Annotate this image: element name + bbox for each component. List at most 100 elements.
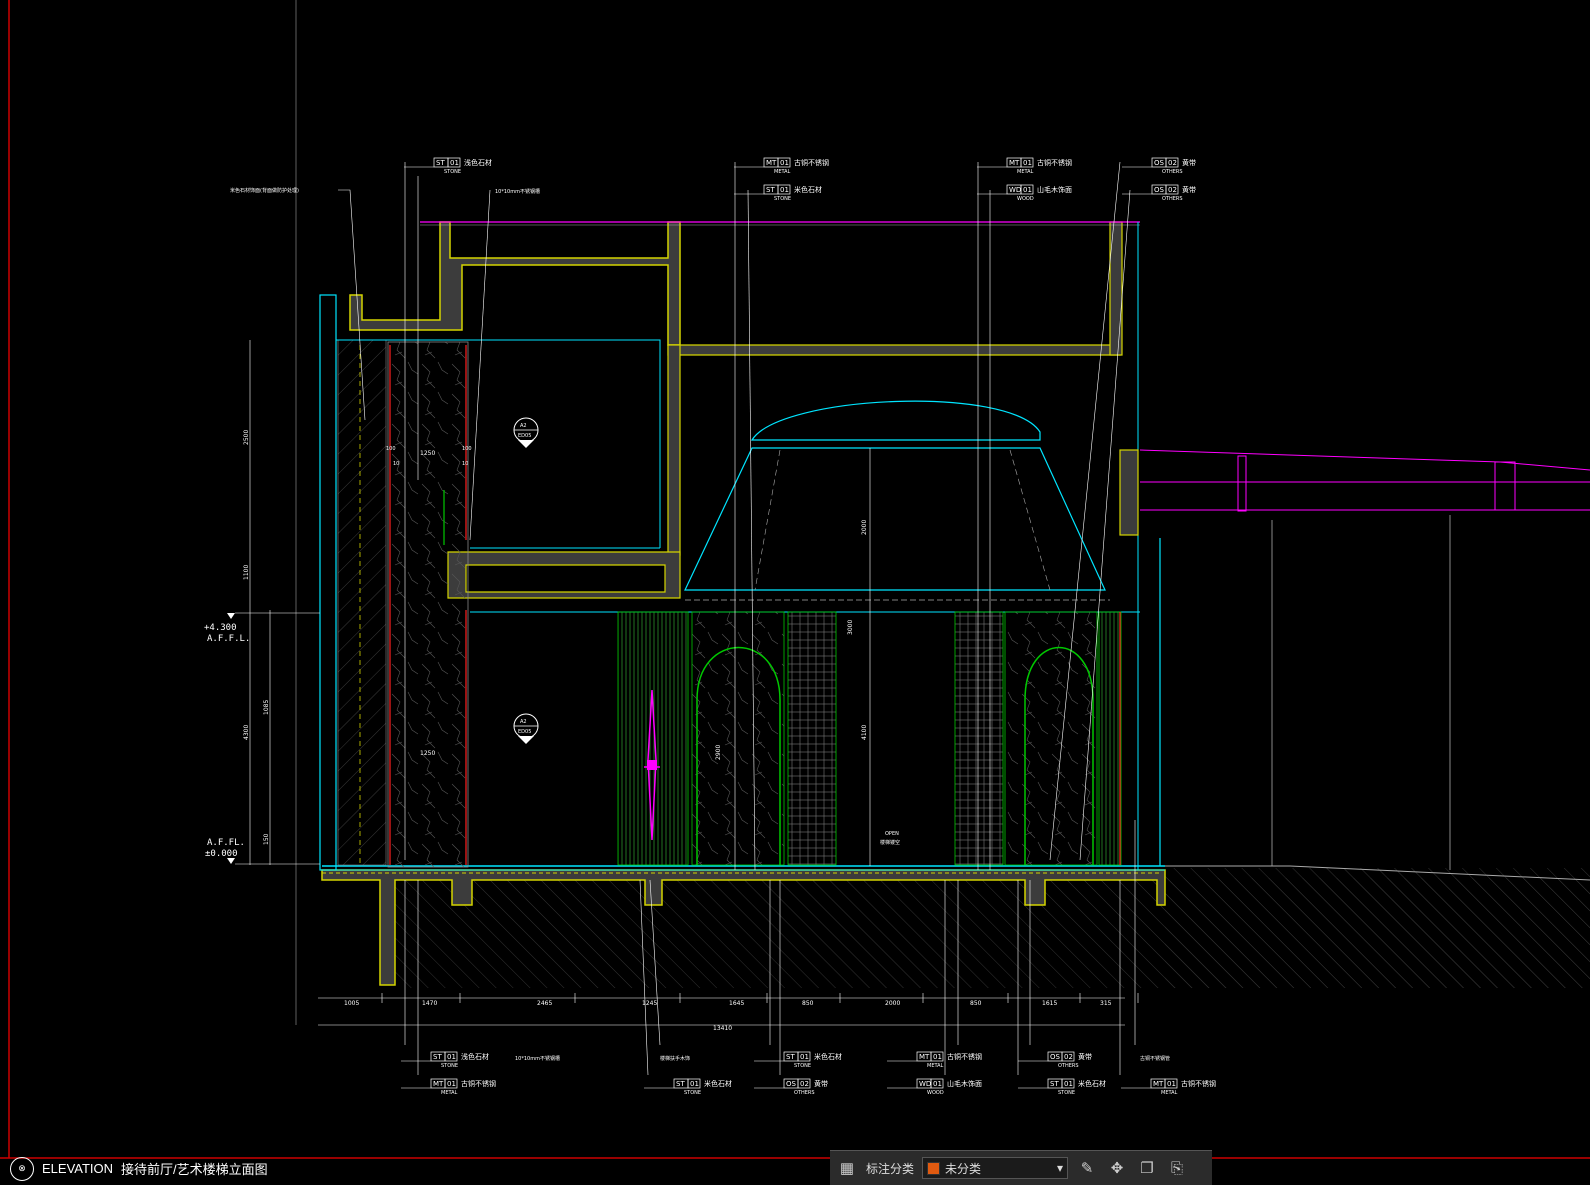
tag-sub: WOOD <box>927 1090 944 1096</box>
section-callout-upper[interactable]: A2 ED05 <box>513 417 539 448</box>
material-tag[interactable]: OS 02 黄带 OTHERS <box>1122 157 1196 175</box>
category-color-swatch <box>927 1161 941 1175</box>
material-tag[interactable]: MT 01 古铜不锈钢METAL <box>401 1078 496 1096</box>
center-dimension-label: 2000 <box>861 520 868 535</box>
tag-sub: OTHERS <box>794 1090 815 1096</box>
material-tag[interactable]: ST 01 米色石材STONE <box>734 184 822 202</box>
dimension-label-vertical: 1100 <box>243 565 250 580</box>
dimension-label: 1645 <box>729 1000 744 1007</box>
material-tag[interactable]: OS 02 黄带 OTHERS <box>1122 184 1196 202</box>
tag-text: 米色石材 <box>794 185 822 194</box>
material-tag[interactable]: WD 01 山毛木饰面WOOD <box>887 1078 982 1096</box>
ceiling-beam <box>667 344 1121 356</box>
category-value: 未分类 <box>945 1161 982 1176</box>
tag-code: OS <box>1050 1053 1061 1061</box>
tag-sub: STONE <box>794 1063 811 1069</box>
category-dropdown[interactable]: 未分类 ▾ <box>922 1157 1069 1179</box>
tag-num: 01 <box>933 1053 942 1061</box>
dome-inner <box>754 449 1051 591</box>
move-icon[interactable]: ✥ <box>1106 1157 1128 1179</box>
material-tag[interactable]: ST 01 米色石材STONE <box>754 1051 842 1069</box>
tag-num: 02 <box>1168 186 1177 194</box>
dimension-total: 13410 <box>713 1025 732 1032</box>
tag-text: 古铜不锈钢 <box>794 158 829 167</box>
tag-num: 01 <box>447 1080 456 1088</box>
material-tag[interactable]: ST 01 米色石材STONE <box>644 1078 732 1096</box>
tag-code: WD <box>919 1080 931 1088</box>
tag-sub: METAL <box>1161 1090 1178 1096</box>
material-tag[interactable]: MT 01 古铜不锈钢METAL <box>734 157 829 175</box>
stone-wall-panel <box>387 341 469 868</box>
section-callout-lower[interactable]: A2 ED05 <box>513 713 539 744</box>
edit-icon[interactable]: ✎ <box>1076 1157 1098 1179</box>
left-glass-wall <box>319 294 337 871</box>
tag-sub: OTHERS <box>1162 196 1183 202</box>
column <box>667 344 681 556</box>
mid-slab <box>447 551 681 599</box>
note-gap-bottom: 10*10mm不锈钢槽 <box>515 1055 560 1062</box>
material-tag[interactable]: MT 01 古铜不锈钢METAL <box>977 157 1072 175</box>
dimension-label: 850 <box>802 1000 814 1007</box>
level-marker-lower <box>227 858 235 864</box>
tag-code: MT <box>433 1080 444 1088</box>
tag-text: 黄带 <box>1182 158 1196 167</box>
center-dimension-label: 2900 <box>715 745 722 760</box>
canopy-post-2 <box>1494 461 1516 511</box>
note-handrail: 楼梯扶手木饰 <box>660 1055 690 1062</box>
tag-code: ST <box>766 186 775 194</box>
view-label: ELEVATION <box>42 1161 114 1176</box>
grid-panel-far-right <box>1098 611 1122 866</box>
bottom-dimension-labels: 1005 1470 2465 1245 1645 850 2000 850 1615 315 134… <box>344 993 1139 1032</box>
tag-num: 01 <box>800 1053 809 1061</box>
annotation-toolbar: ▦ 标注分类 未分类 ▾ ✎ ✥ ❐ ⎘ <box>830 1150 1212 1185</box>
tag-text: 山毛木饰面 <box>947 1079 982 1088</box>
dimension-label: 2465 <box>537 1000 552 1007</box>
dimension-label: 315 <box>1100 1000 1112 1007</box>
top-material-tags: ST 01 浅色石材STONEMT 01 古铜不锈钢METALST 01 米色石材STONE… <box>404 157 1196 202</box>
canopy <box>1139 449 1590 511</box>
inner-width-label: 1250 <box>420 450 435 457</box>
tag-code: OS <box>786 1080 797 1088</box>
grid-panel-center <box>787 611 837 866</box>
material-tag[interactable]: WD 01 山毛木饰面WOOD <box>977 184 1072 202</box>
note-open-sub: 楼梯镂空 <box>880 839 900 846</box>
material-tag[interactable]: ST 01 米色石材STONE <box>1018 1078 1106 1096</box>
upper-wall-left <box>349 221 681 346</box>
tag-sub: STONE <box>1058 1090 1075 1096</box>
note-gap-top: 10*10mm不锈钢槽 <box>495 188 540 195</box>
material-tag[interactable]: MT 01 古铜不锈钢METAL <box>1121 1078 1216 1096</box>
right-wall-block <box>1119 449 1139 536</box>
dimension-label-vertical: 150 <box>263 833 270 845</box>
material-tag[interactable]: MT 01 古铜不锈钢METAL <box>887 1051 982 1069</box>
grid-icon[interactable]: ▦ <box>836 1157 858 1179</box>
paste-icon[interactable]: ⎘ <box>1166 1157 1188 1179</box>
tag-text: 米色石材 <box>814 1052 842 1061</box>
callout-num: A2 <box>520 423 527 429</box>
tag-num: 02 <box>1168 159 1177 167</box>
callout-ref: ED05 <box>518 433 531 439</box>
ground-hatch-right <box>1165 868 1590 988</box>
center-dimension-label: 3000 <box>847 620 854 635</box>
level-upper: +4.300 <box>204 623 237 633</box>
tag-code: OS <box>1154 186 1165 194</box>
material-tag[interactable]: OS 02 黄带 OTHERS <box>1018 1051 1092 1069</box>
tag-sub: STONE <box>684 1090 701 1096</box>
tag-sub: METAL <box>1017 169 1034 175</box>
copy-icon[interactable]: ❐ <box>1136 1157 1158 1179</box>
tag-text: 黄带 <box>814 1079 828 1088</box>
tag-num: 01 <box>1023 159 1032 167</box>
cad-drawing-canvas[interactable]: ST 01 浅色石材STONEMT 01 古铜不锈钢METALST 01 米色石材STONE… <box>0 0 1590 1185</box>
material-tag[interactable]: ST 01 浅色石材STONE <box>404 157 492 175</box>
note-brass-pipe: 古铜不锈钢管 <box>1140 1055 1170 1062</box>
inner-small-label: 10 <box>462 461 468 467</box>
material-tag[interactable]: ST 01 浅色石材STONE <box>401 1051 489 1069</box>
note-open: OPEN <box>885 831 899 837</box>
tag-text: 浅色石材 <box>464 158 492 167</box>
left-hatched-wall <box>337 339 387 866</box>
tag-text: 古铜不锈钢 <box>947 1052 982 1061</box>
dome-body <box>684 447 1106 591</box>
material-tag[interactable]: OS 02 黄带 OTHERS <box>754 1078 828 1096</box>
magenta-anchor <box>647 760 657 770</box>
tag-text: 米色石材 <box>1078 1079 1106 1088</box>
dimension-label: 2000 <box>885 1000 900 1007</box>
